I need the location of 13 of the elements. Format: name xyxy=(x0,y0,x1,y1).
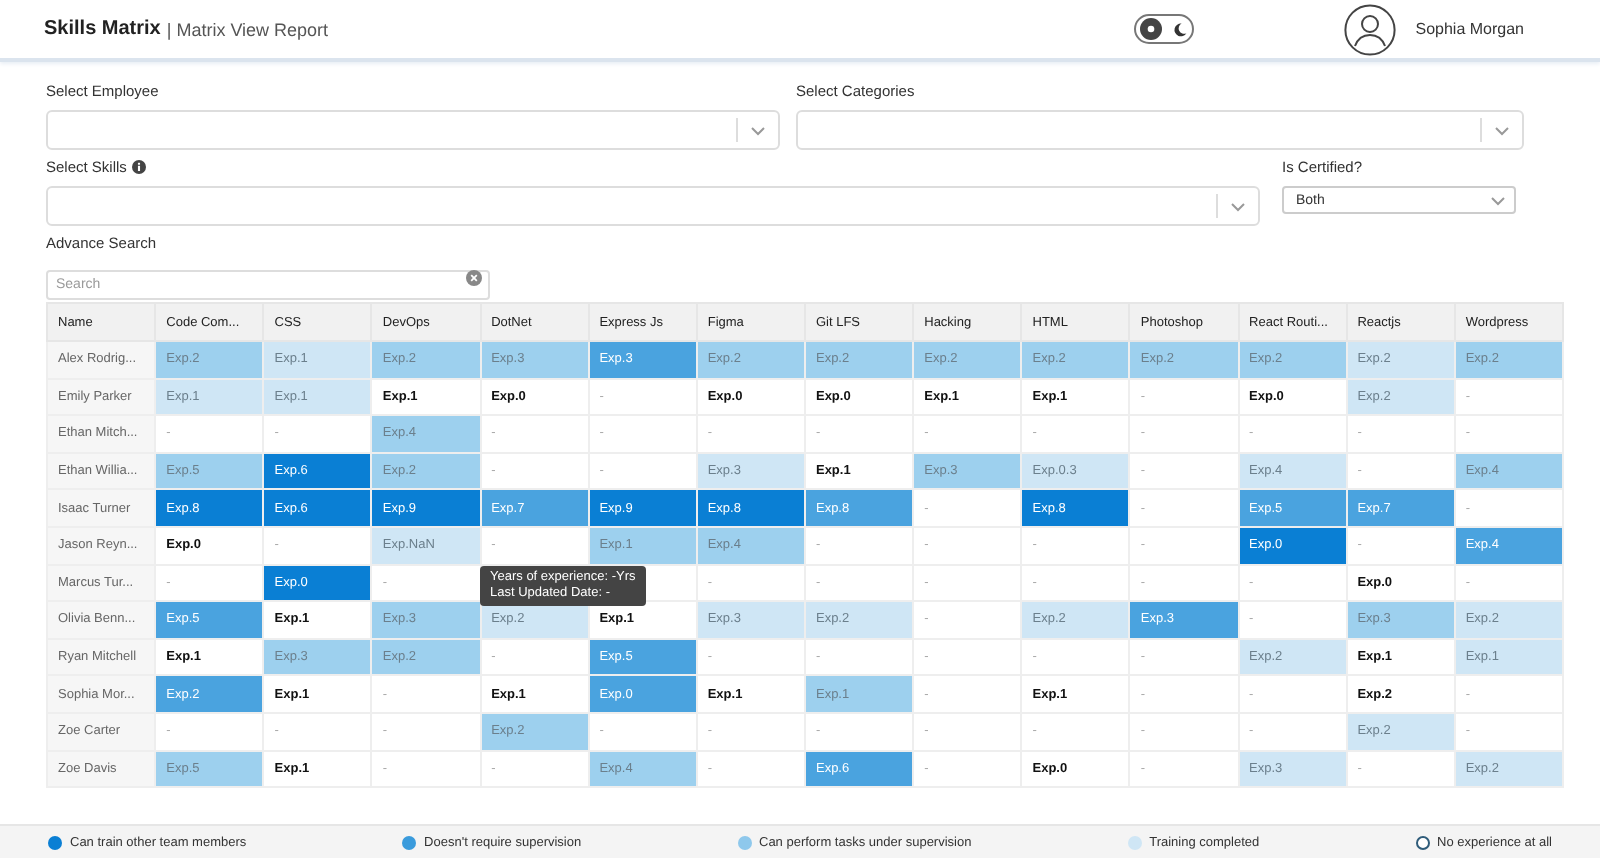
moon-icon xyxy=(1171,21,1188,37)
chevron-down-icon xyxy=(1230,201,1246,211)
info-icon[interactable] xyxy=(132,159,147,173)
user-name: Sophia Morgan xyxy=(1415,20,1524,38)
avatar-icon[interactable] xyxy=(1343,3,1396,55)
page-subtitle: | Matrix View Report xyxy=(166,19,329,39)
clear-icon[interactable] xyxy=(466,269,482,285)
theme-toggle[interactable] xyxy=(1133,14,1194,44)
chevron-down-icon xyxy=(1494,125,1510,135)
chevron-down-icon xyxy=(1490,195,1506,205)
app-title: Skills Matrix xyxy=(44,18,161,40)
sun-icon xyxy=(1145,24,1156,34)
chevron-down-icon xyxy=(750,125,766,135)
